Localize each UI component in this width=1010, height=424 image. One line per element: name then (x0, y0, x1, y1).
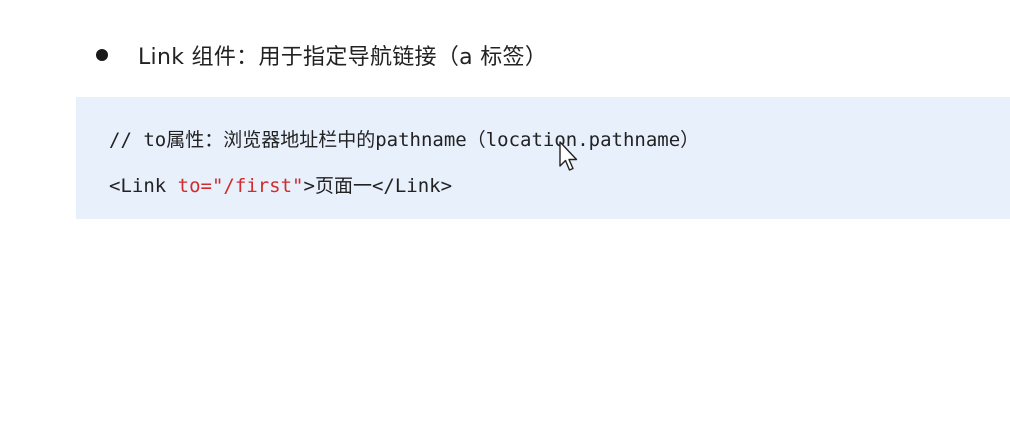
code-close-tag: </Link> (371, 175, 453, 197)
bullet-dot-icon (96, 49, 108, 61)
code-tag-close: > (303, 175, 315, 197)
code-open-tag: <Link (109, 175, 178, 197)
code-line-link: <Link to="/first">页面一</Link> (109, 171, 452, 198)
bullet-text: Link 组件：用于指定导航链接（a 标签） (138, 45, 548, 70)
code-content: 页面一 (314, 175, 372, 197)
code-attr-eq: to= (177, 175, 212, 197)
mouse-pointer-icon (559, 141, 578, 171)
code-attr-value: "/first" (211, 175, 304, 197)
code-comment-line: // to属性：浏览器地址栏中的pathname（location.pathna… (109, 129, 700, 151)
bullet-item: Link 组件：用于指定导航链接（a 标签） (96, 38, 547, 72)
code-block: // to属性：浏览器地址栏中的pathname（location.pathna… (76, 97, 1010, 219)
